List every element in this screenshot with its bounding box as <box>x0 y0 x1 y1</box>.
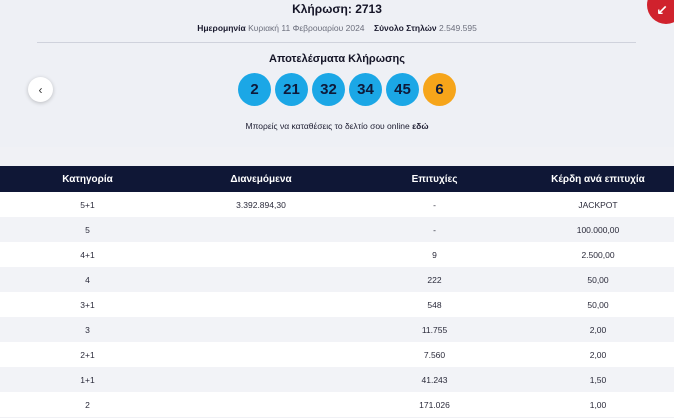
header-prize-per-winner: Κέρδη ανά επιτυχία <box>551 173 645 185</box>
cell-category: 1+1 <box>80 374 95 385</box>
date-label: Ημερομηνία <box>197 23 246 33</box>
cell-distributed <box>175 367 347 392</box>
cell-winners: 41.243 <box>421 374 448 385</box>
cell-prize: 50,00 <box>587 299 609 310</box>
table-row: 5+1 3.392.894,30 - JACKPOT <box>0 192 674 217</box>
table-row: 1+1 41.243 1,50 <box>0 367 674 392</box>
table-row: 5 - 100.000,00 <box>0 217 674 242</box>
table-header-row: Κατηγορία Διανεμόμενα Επιτυχίες Κέρδη αν… <box>0 166 674 192</box>
bonus-ball: 6 <box>423 73 456 106</box>
online-bet-text: Μπορείς να καταθέσεις το δελτίο σου onli… <box>245 121 410 131</box>
number-ball: 45 <box>386 73 419 106</box>
header-distributed: Διανεμόμενα <box>230 173 292 185</box>
columns-value: 2.549.595 <box>438 23 477 33</box>
header-category: Κατηγορία <box>62 173 113 185</box>
chevron-left-icon: ‹ <box>38 82 43 97</box>
cell-prize: 100.000,00 <box>576 224 620 235</box>
online-bet-link[interactable]: εδώ <box>412 121 428 131</box>
cell-distributed <box>175 267 347 292</box>
cell-winners: 548 <box>427 299 442 310</box>
cell-winners: 171.026 <box>419 399 450 410</box>
date-value: Κυριακή 11 Φεβρουαρίου 2024 <box>248 23 365 33</box>
cell-prize: JACKPOT <box>578 199 618 210</box>
number-ball: 2 <box>238 73 271 106</box>
cell-distributed <box>175 242 347 267</box>
cell-prize: 1,00 <box>589 399 607 410</box>
cell-category: 3+1 <box>80 299 95 310</box>
number-ball: 34 <box>349 73 382 106</box>
columns-label: Σύνολο Στηλών <box>373 23 437 33</box>
header-winners: Επιτυχίες <box>411 173 458 185</box>
draw-title: Κλήρωση: 2713 <box>292 2 382 16</box>
cell-winners: 11.755 <box>421 324 448 335</box>
draw-summary-card: Κλήρωση: 2713 Ημερομηνία Κυριακή 11 Φεβρ… <box>0 0 674 147</box>
prize-table: Κατηγορία Διανεμόμενα Επιτυχίες Κέρδη αν… <box>0 166 674 417</box>
cell-distributed: 3.392.894,30 <box>236 199 286 210</box>
draw-meta: Ημερομηνία Κυριακή 11 Φεβρουαρίου 2024 Σ… <box>0 23 674 33</box>
cell-category: 4+1 <box>80 249 95 260</box>
cell-prize: 50,00 <box>587 274 609 285</box>
cell-prize: 2.500,00 <box>581 249 615 260</box>
cell-distributed <box>175 292 347 317</box>
cell-distributed <box>175 217 347 242</box>
cell-category: 5+1 <box>80 199 95 210</box>
cell-distributed <box>175 317 347 342</box>
table-row: 2 171.026 1,00 <box>0 392 674 417</box>
cell-distributed <box>175 342 347 367</box>
number-ball: 32 <box>312 73 345 106</box>
arrow-down-left-icon: ↙ <box>656 1 668 18</box>
previous-draw-button[interactable]: ‹ <box>28 77 53 102</box>
cell-winners: - <box>433 224 436 235</box>
cell-category: 5 <box>85 224 90 235</box>
table-row: 3+1 548 50,00 <box>0 292 674 317</box>
cell-winners: 222 <box>427 274 442 285</box>
cell-winners: 9 <box>432 249 437 260</box>
number-ball: 21 <box>275 73 308 106</box>
table-row: 2+1 7.560 2,00 <box>0 342 674 367</box>
results-title: Αποτελέσματα Κλήρωσης <box>269 53 405 65</box>
winning-numbers: 2 21 32 34 45 6 <box>238 73 456 106</box>
cell-winners: 7.560 <box>423 349 446 360</box>
cell-prize: 1,50 <box>589 374 607 385</box>
table-row: 4 222 50,00 <box>0 267 674 292</box>
cell-distributed <box>175 392 347 417</box>
table-row: 4+1 9 2.500,00 <box>0 242 674 267</box>
prize-table-container: Κατηγορία Διανεμόμενα Επιτυχίες Κέρδη αν… <box>0 166 674 417</box>
cell-category: 4 <box>85 274 90 285</box>
cell-winners: - <box>433 199 436 210</box>
cell-prize: 2,00 <box>589 349 607 360</box>
online-bet-line: Μπορείς να καταθέσεις το δελτίο σου onli… <box>0 121 674 131</box>
cell-prize: 2,00 <box>589 324 607 335</box>
divider <box>37 42 636 43</box>
cell-category: 3 <box>85 324 90 335</box>
cell-category: 2+1 <box>80 349 95 360</box>
cell-category: 2 <box>85 399 90 410</box>
table-row: 3 11.755 2,00 <box>0 317 674 342</box>
